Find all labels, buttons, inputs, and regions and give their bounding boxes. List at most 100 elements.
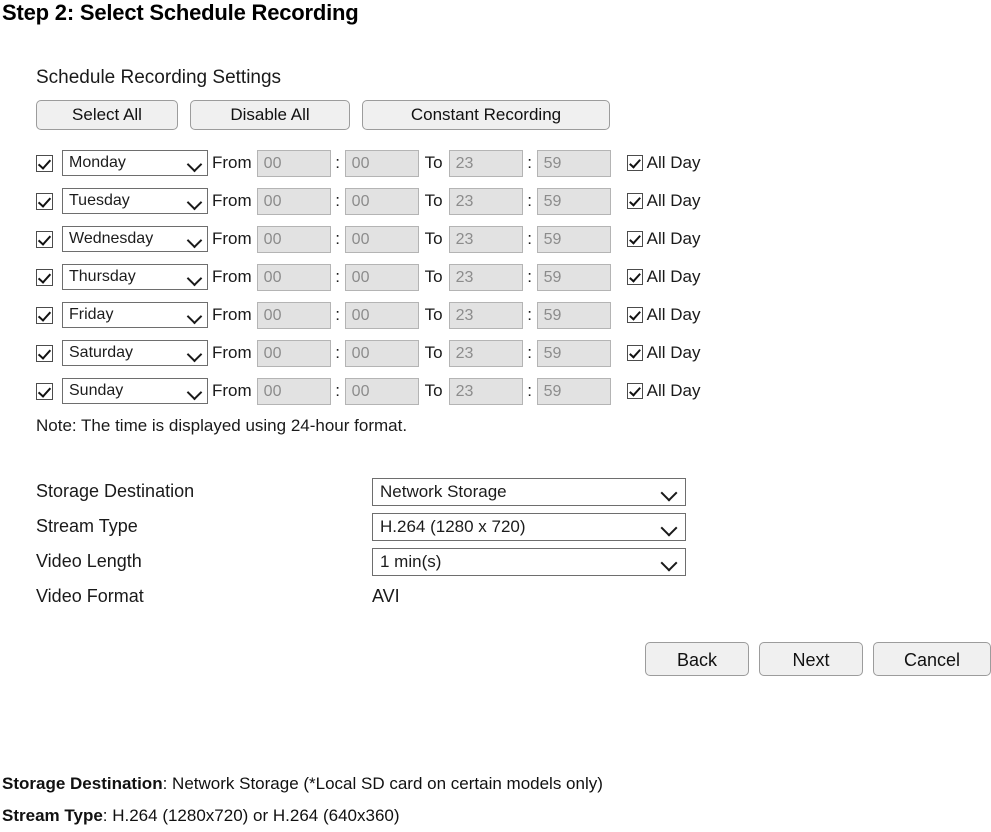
from-hour-input-thursday[interactable]: 00: [256, 263, 331, 291]
all-day-checkbox-wednesday[interactable]: [626, 231, 643, 247]
from-label: From: [212, 267, 252, 286]
to-minute-input-monday[interactable]: 59: [536, 149, 611, 177]
from-minute-input-monday[interactable]: 00: [344, 149, 419, 177]
all-day-label: All Day: [646, 229, 701, 248]
table-row: Monday From 00 : 00 To 23 : 59 All Day: [36, 144, 701, 182]
video-format-label: Video Format: [36, 586, 144, 606]
schedule-recording-panel: Schedule Recording Settings Select All D…: [0, 56, 991, 696]
time-colon-separator: :: [335, 229, 341, 248]
video-format-value: AVI: [372, 586, 400, 606]
all-day-checkbox-thursday[interactable]: [626, 269, 643, 285]
to-hour-input-sunday[interactable]: 23: [448, 377, 523, 405]
stream-type-value: H.264 (1280 x 720): [380, 516, 526, 536]
day-select-saturday[interactable]: Saturday: [62, 340, 208, 366]
all-day-label: All Day: [646, 381, 701, 400]
cancel-button[interactable]: Cancel: [873, 642, 991, 676]
table-row: Tuesday From 00 : 00 To 23 : 59 All Day: [36, 182, 701, 220]
from-hour-input-sunday[interactable]: 00: [256, 377, 331, 405]
from-label: From: [212, 191, 252, 210]
constant-recording-button[interactable]: Constant Recording: [362, 100, 610, 130]
from-minute-input-saturday[interactable]: 00: [344, 339, 419, 367]
table-row: Thursday From 00 : 00 To 23 : 59 All Day: [36, 258, 701, 296]
all-day-checkbox-sunday[interactable]: [626, 383, 643, 399]
chevron-down-icon: [186, 232, 203, 249]
footer-stream-type-term: Stream Type: [2, 806, 103, 825]
to-hour-input-saturday[interactable]: 23: [448, 339, 523, 367]
day-select-wednesday[interactable]: Wednesday: [62, 226, 208, 252]
all-day-group-tuesday: All Day: [626, 191, 701, 211]
page-title: Step 2: Select Schedule Recording: [2, 0, 359, 25]
to-hour-input-tuesday[interactable]: 23: [448, 187, 523, 215]
from-label: From: [212, 153, 252, 172]
to-hour-input-friday[interactable]: 23: [448, 301, 523, 329]
day-select-monday[interactable]: Monday: [62, 150, 208, 176]
day-select-tuesday[interactable]: Tuesday: [62, 188, 208, 214]
time-format-note: Note: The time is displayed using 24-hou…: [36, 416, 408, 435]
time-colon-separator: :: [527, 153, 532, 172]
row-enable-checkbox-monday[interactable]: [36, 154, 53, 172]
from-minute-input-tuesday[interactable]: 00: [344, 187, 419, 215]
video-length-label: Video Length: [36, 551, 142, 571]
storage-destination-select[interactable]: Network Storage: [372, 477, 686, 506]
from-minute-input-friday[interactable]: 00: [344, 301, 419, 329]
row-enable-checkbox-tuesday[interactable]: [36, 192, 53, 210]
stream-type-select[interactable]: H.264 (1280 x 720): [372, 512, 686, 541]
all-day-checkbox-monday[interactable]: [626, 155, 643, 171]
all-day-checkbox-friday[interactable]: [626, 307, 643, 323]
to-label: To: [424, 343, 443, 362]
time-colon-separator: :: [527, 267, 532, 286]
storage-destination-value: Network Storage: [380, 481, 507, 501]
time-colon-separator: :: [527, 305, 532, 324]
day-select-sunday[interactable]: Sunday: [62, 378, 208, 404]
to-hour-input-monday[interactable]: 23: [448, 149, 523, 177]
time-colon-separator: :: [335, 191, 341, 210]
all-day-group-thursday: All Day: [626, 267, 701, 287]
all-day-checkbox-tuesday[interactable]: [626, 193, 643, 209]
to-minute-input-friday[interactable]: 59: [536, 301, 611, 329]
footer-stream-type-text: : H.264 (1280x720) or H.264 (640x360): [102, 806, 400, 825]
from-minute-input-sunday[interactable]: 00: [344, 377, 419, 405]
day-select-friday[interactable]: Friday: [62, 302, 208, 328]
footer-notes: Storage Destination: Network Storage (*L…: [2, 768, 987, 832]
video-length-select[interactable]: 1 min(s): [372, 547, 686, 576]
to-label: To: [424, 229, 443, 248]
disable-all-button[interactable]: Disable All: [190, 100, 350, 130]
row-enable-checkbox-thursday[interactable]: [36, 268, 53, 286]
to-label: To: [424, 305, 443, 324]
day-select-value: Wednesday: [69, 230, 154, 247]
from-hour-input-tuesday[interactable]: 00: [256, 187, 331, 215]
to-hour-input-wednesday[interactable]: 23: [448, 225, 523, 253]
day-select-thursday[interactable]: Thursday: [62, 264, 208, 290]
footer-storage-destination-note: Storage Destination: Network Storage (*L…: [2, 768, 987, 800]
chevron-down-icon: [186, 308, 203, 325]
from-hour-input-friday[interactable]: 00: [256, 301, 331, 329]
to-minute-input-thursday[interactable]: 59: [536, 263, 611, 291]
to-hour-input-thursday[interactable]: 23: [448, 263, 523, 291]
all-day-group-saturday: All Day: [626, 343, 701, 363]
to-minute-input-wednesday[interactable]: 59: [536, 225, 611, 253]
select-all-button[interactable]: Select All: [36, 100, 178, 130]
all-day-group-monday: All Day: [626, 153, 701, 173]
to-minute-input-saturday[interactable]: 59: [536, 339, 611, 367]
all-day-checkbox-saturday[interactable]: [626, 345, 643, 361]
from-minute-input-thursday[interactable]: 00: [344, 263, 419, 291]
from-minute-input-wednesday[interactable]: 00: [344, 225, 419, 253]
next-button[interactable]: Next: [759, 642, 863, 676]
to-minute-input-sunday[interactable]: 59: [536, 377, 611, 405]
from-label: From: [212, 305, 252, 324]
back-button[interactable]: Back: [645, 642, 749, 676]
table-row: Friday From 00 : 00 To 23 : 59 All Day: [36, 296, 701, 334]
row-enable-checkbox-sunday[interactable]: [36, 382, 53, 400]
chevron-down-icon: [660, 554, 678, 571]
from-hour-input-wednesday[interactable]: 00: [256, 225, 331, 253]
from-hour-input-monday[interactable]: 00: [256, 149, 331, 177]
from-hour-input-saturday[interactable]: 00: [256, 339, 331, 367]
time-colon-separator: :: [335, 381, 341, 400]
row-enable-checkbox-friday[interactable]: [36, 306, 53, 324]
row-enable-checkbox-wednesday[interactable]: [36, 230, 53, 248]
to-minute-input-tuesday[interactable]: 59: [536, 187, 611, 215]
all-day-label: All Day: [646, 343, 701, 362]
chevron-down-icon: [186, 194, 203, 211]
row-enable-checkbox-saturday[interactable]: [36, 344, 53, 362]
footer-storage-destination-text: : Network Storage (*Local SD card on cer…: [162, 774, 603, 793]
